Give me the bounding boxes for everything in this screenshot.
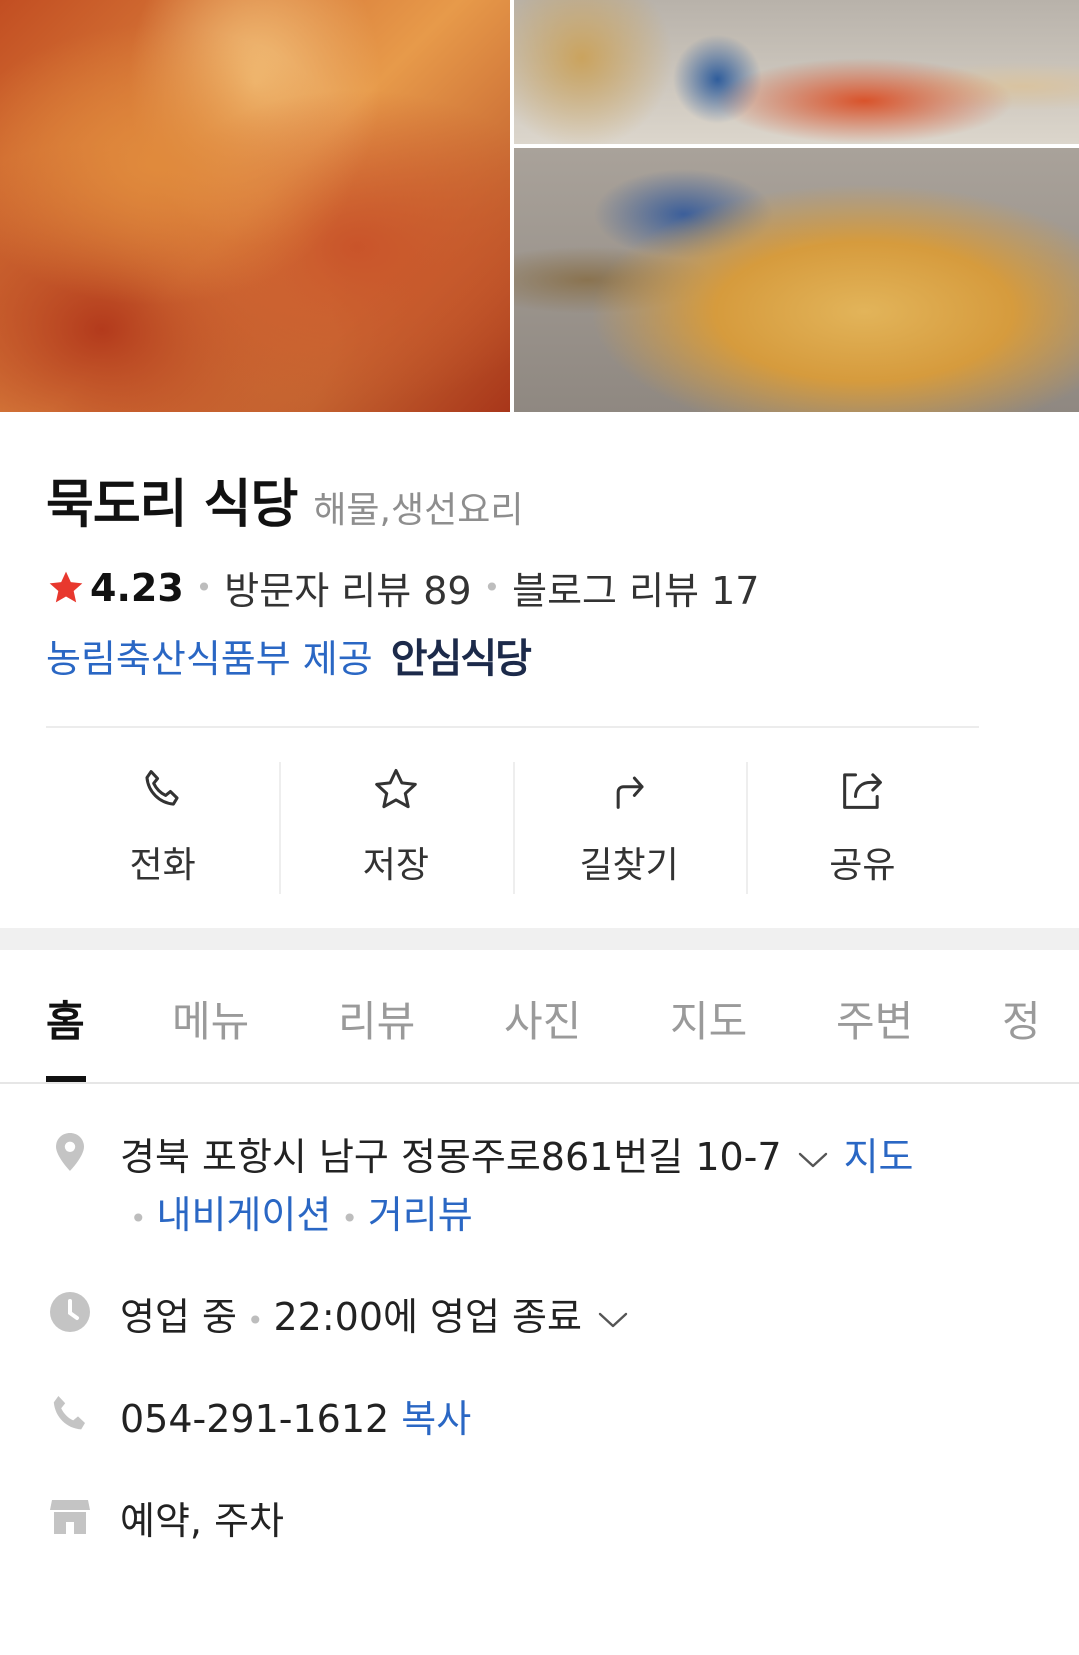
tab-map[interactable]: 지도 — [670, 988, 747, 1049]
visitor-reviews-link[interactable]: 방문자 리뷰 89 — [224, 560, 471, 615]
share-icon — [843, 773, 883, 809]
phone-filled-icon — [53, 1396, 85, 1430]
directions-button[interactable]: 길찾기 — [512, 762, 746, 894]
separator-dot: • — [195, 571, 213, 604]
store-icon — [50, 1500, 90, 1534]
photo-gallery[interactable]: spicy-seafood-stir-fry side-dishes-table… — [0, 0, 1079, 412]
address-row: 경북 포항시 남구 정몽주로861번길 10-7 지도 • 내비게이션 • 거리뷰 — [46, 1128, 1006, 1248]
blog-reviews-link[interactable]: 블로그 리뷰 17 — [512, 560, 759, 615]
separator-dot: • — [246, 1304, 264, 1337]
copy-phone-link[interactable]: 복사 — [401, 1397, 471, 1441]
address-map-link[interactable]: 지도 — [844, 1135, 914, 1179]
closing-time: 22:00에 영업 종료 — [273, 1295, 582, 1339]
location-pin-icon — [56, 1133, 84, 1171]
street-view-link[interactable]: 거리뷰 — [368, 1193, 473, 1237]
safe-restaurant-badge: 안심식당 — [390, 636, 532, 682]
action-label: 전화 — [129, 845, 196, 886]
side-photo-bottom[interactable]: fish-stew-pot — [514, 148, 1079, 412]
star-icon — [49, 571, 83, 602]
separator-dot: • — [130, 1202, 147, 1235]
tab-info-partial[interactable]: 정 — [1002, 988, 1041, 1049]
action-label: 길찾기 — [579, 845, 679, 886]
chevron-down-icon[interactable] — [596, 1309, 630, 1331]
side-photo-top[interactable]: side-dishes-table — [514, 0, 1079, 144]
action-label: 저장 — [362, 845, 429, 886]
open-status: 영업 중 — [120, 1295, 237, 1339]
amenities-text: 예약, 주차 — [120, 1499, 284, 1543]
star-outline-icon — [375, 768, 417, 809]
rating-row: 4.23 • 방문자 리뷰 89 • 블로그 리뷰 17 — [46, 560, 759, 615]
directions-icon — [616, 776, 644, 809]
tab-reviews[interactable]: 리뷰 — [338, 988, 415, 1049]
call-button[interactable]: 전화 — [46, 762, 279, 894]
phone-number: 054-291-1612 — [120, 1397, 390, 1441]
rating-value: 4.23 — [90, 565, 184, 610]
phone-row: 054-291-1612 복사 — [46, 1390, 471, 1448]
tab-nearby[interactable]: 주변 — [836, 988, 913, 1049]
action-label: 공유 — [829, 845, 896, 886]
tab-home[interactable]: 홈 — [46, 988, 85, 1049]
amenities-text-block: 예약, 주차 — [120, 1492, 284, 1550]
separator-dot: • — [483, 571, 501, 604]
share-button[interactable]: 공유 — [745, 762, 979, 894]
hours-text-block: 영업 중 • 22:00에 영업 종료 — [120, 1288, 644, 1350]
chevron-down-icon[interactable] — [796, 1149, 830, 1171]
address-text: 경북 포항시 남구 정몽주로861번길 10-7 — [120, 1135, 782, 1179]
tab-bar: 홈 메뉴 리뷰 사진 지도 주변 정 — [0, 950, 1079, 1084]
place-name: 묵도리 식당 — [46, 475, 298, 535]
section-gap — [0, 928, 1079, 950]
separator-dot: • — [341, 1202, 358, 1235]
navigation-link[interactable]: 내비게이션 — [157, 1193, 332, 1237]
tab-menu[interactable]: 메뉴 — [172, 988, 249, 1049]
tab-photos[interactable]: 사진 — [504, 988, 581, 1049]
divider — [46, 726, 979, 728]
main-photo[interactable]: spicy-seafood-stir-fry — [0, 0, 510, 412]
hours-row: 영업 중 • 22:00에 영업 종료 — [46, 1288, 644, 1350]
certification-provider-link[interactable]: 농림축산식품부 제공 — [46, 628, 373, 683]
clock-icon — [50, 1292, 90, 1332]
phone-icon — [145, 770, 179, 806]
save-button[interactable]: 저장 — [279, 762, 512, 894]
place-category: 해물,생선요리 — [313, 490, 524, 531]
action-bar: 전화 저장 길찾기 공유 — [46, 762, 979, 894]
active-tab-indicator — [46, 1076, 86, 1082]
amenities-row: 예약, 주차 — [46, 1492, 284, 1550]
certification-row: 농림축산식품부 제공 안심식당 — [46, 626, 532, 684]
place-header: 묵도리 식당 해물,생선요리 — [46, 462, 523, 537]
address-text-block: 경북 포항시 남구 정몽주로861번길 10-7 지도 • 내비게이션 • 거리뷰 — [120, 1128, 914, 1248]
phone-text-block: 054-291-1612 복사 — [120, 1390, 471, 1448]
